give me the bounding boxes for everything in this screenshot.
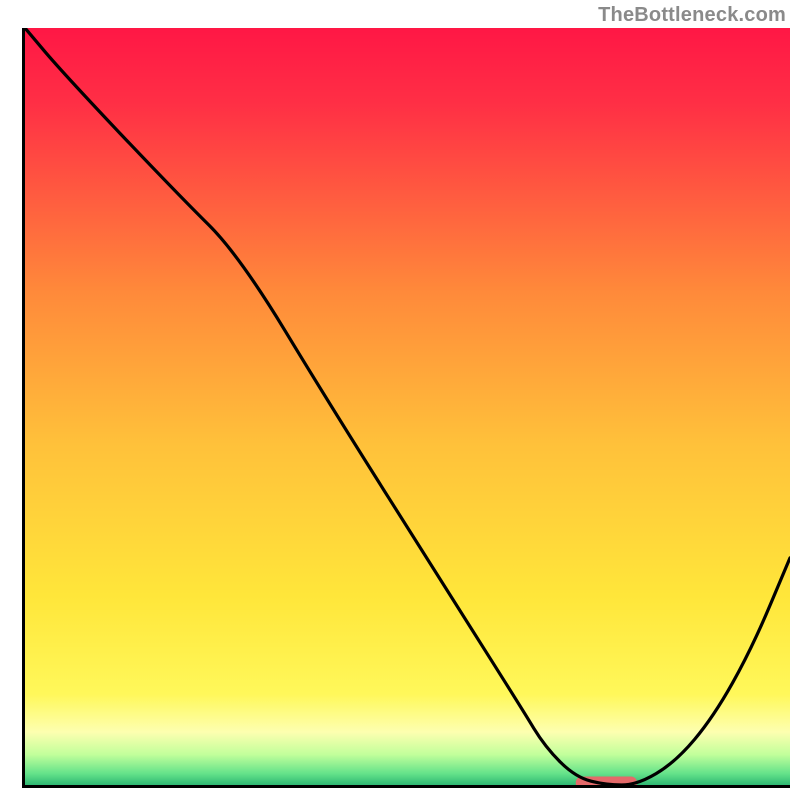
chart-container: TheBottleneck.com [0, 0, 800, 800]
plot-area [22, 28, 790, 788]
chart-svg [25, 28, 790, 785]
gradient-background [25, 28, 790, 785]
watermark-text: TheBottleneck.com [598, 4, 786, 27]
